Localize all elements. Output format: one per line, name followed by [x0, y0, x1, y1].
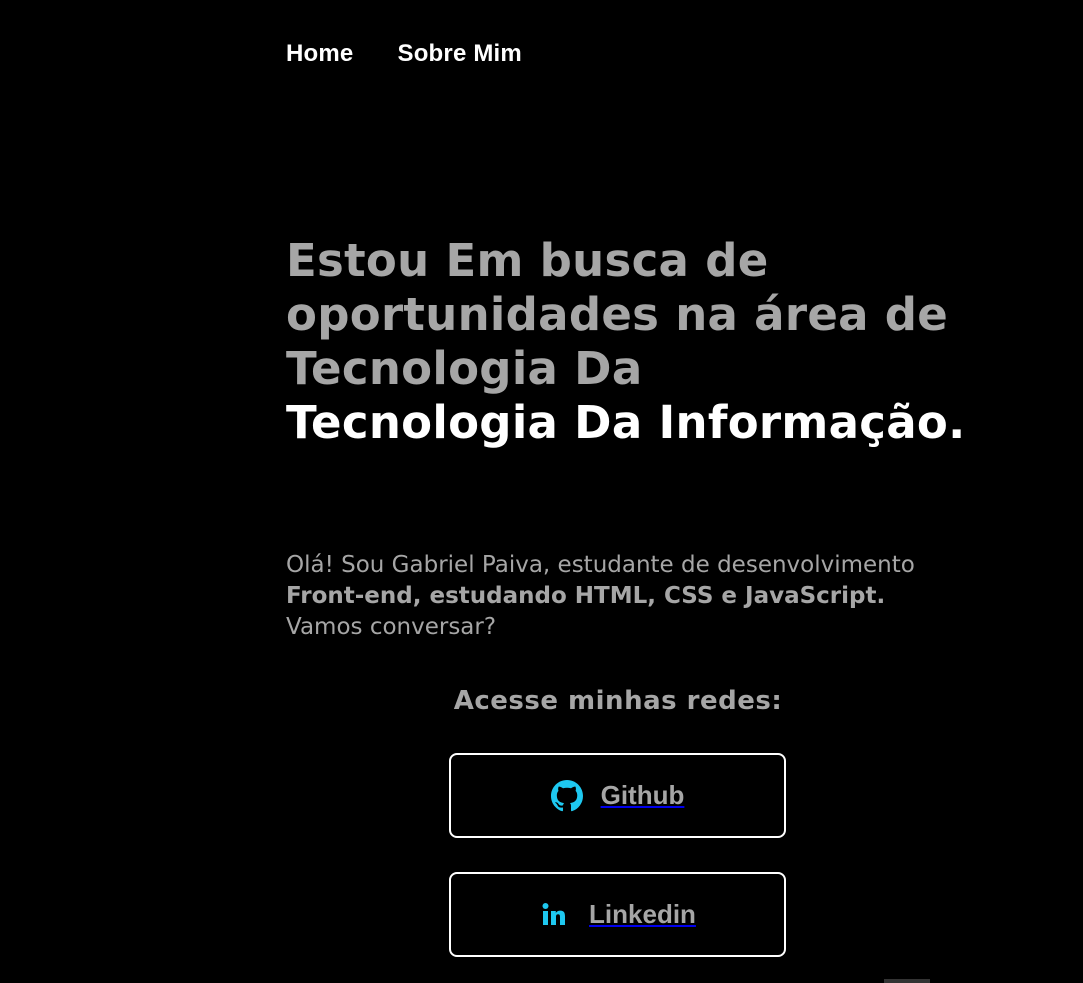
linkedin-label: Linkedin [589, 899, 696, 929]
nav-about-link[interactable]: Sobre Mim [397, 38, 521, 70]
top-nav: Home Sobre Mim [286, 38, 522, 70]
github-button[interactable]: Github [449, 753, 786, 838]
intro-part-1: Olá! Sou Gabriel Paiva, estudante de des… [286, 552, 915, 578]
social-title: Acesse minhas redes: [453, 686, 783, 716]
github-label: Github [600, 780, 685, 810]
intro-bold: Front-end, estudando HTML, CSS e JavaScr… [286, 583, 886, 609]
headline-muted: Estou Em busca de oportunidades na área … [286, 234, 949, 395]
github-icon [550, 779, 583, 812]
scroll-indicator [884, 979, 930, 983]
page: Home Sobre Mim Estou Em busca de oportun… [0, 0, 1083, 983]
linkedin-icon [539, 899, 571, 931]
intro-text: Olá! Sou Gabriel Paiva, estudante de des… [286, 550, 926, 643]
nav-home-link[interactable]: Home [286, 38, 353, 70]
linkedin-button[interactable]: Linkedin [449, 872, 786, 957]
hero-headline: Estou Em busca de oportunidades na área … [286, 234, 986, 450]
headline-highlight: Tecnologia Da Informação. [286, 396, 966, 449]
intro-part-2: Vamos conversar? [286, 614, 497, 640]
